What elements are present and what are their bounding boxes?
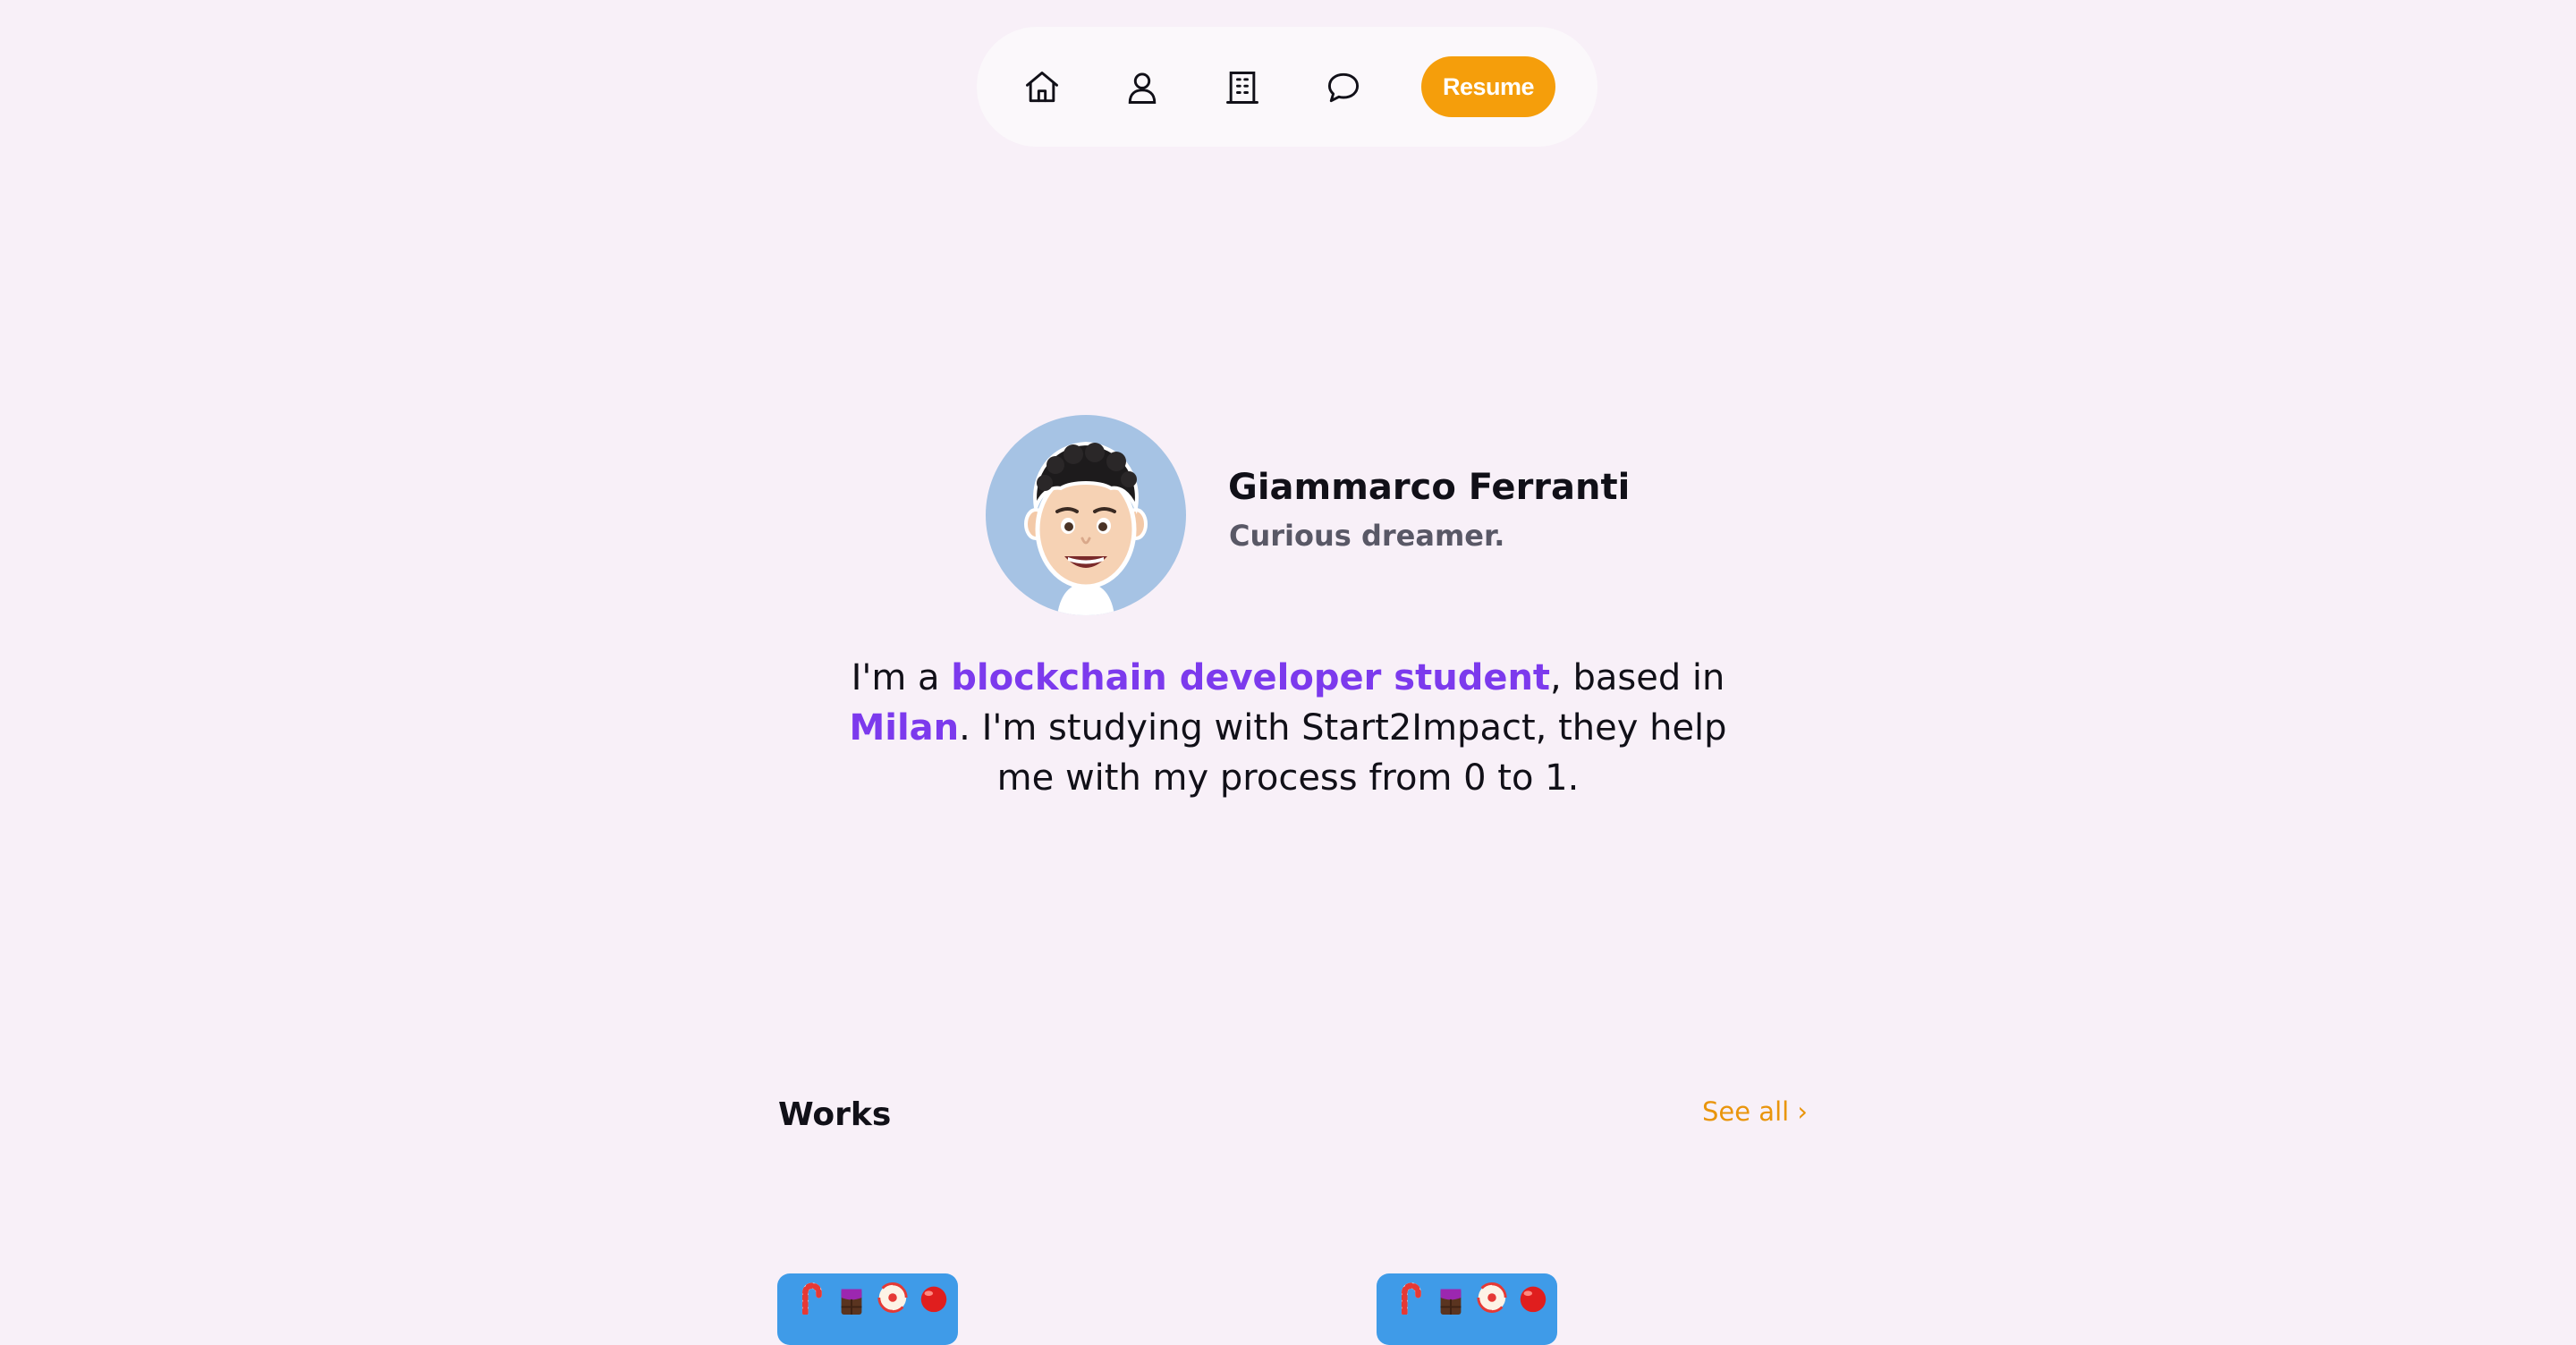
building-icon[interactable] — [1221, 66, 1264, 109]
bio-role-highlight: blockchain developer student — [951, 657, 1551, 698]
see-all-link[interactable]: See all › — [1702, 1096, 1808, 1127]
bio-suffix: . I'm studying with Start2Impact, they h… — [959, 707, 1727, 799]
profile-name: Giammarco Ferranti — [1228, 467, 1631, 508]
chocolate-bar-icon — [1440, 1289, 1462, 1315]
memoji-avatar — [1024, 441, 1148, 615]
bio-prefix: I'm a — [851, 657, 952, 698]
bio-mid: , based in — [1550, 657, 1725, 698]
user-icon[interactable] — [1121, 66, 1164, 109]
bio-text: I'm a blockchain developer student, base… — [841, 653, 1735, 803]
lollipop-icon — [877, 1282, 908, 1313]
lollipop-icon — [1477, 1282, 1507, 1313]
bio-city-highlight: Milan — [849, 707, 960, 749]
work-card-icons — [1393, 1281, 1550, 1315]
works-heading: Works — [778, 1096, 892, 1133]
candy-icon — [920, 1286, 947, 1313]
chat-icon[interactable] — [1322, 66, 1365, 109]
work-card[interactable] — [1377, 1273, 1557, 1345]
resume-button[interactable]: Resume — [1421, 56, 1555, 117]
avatar — [986, 415, 1186, 615]
work-card[interactable] — [777, 1273, 958, 1345]
top-nav: Resume — [977, 27, 1597, 147]
home-icon[interactable] — [1021, 66, 1063, 109]
profile-tagline: Curious dreamer. — [1229, 519, 1505, 553]
chocolate-bar-icon — [841, 1289, 862, 1315]
candy-cane-icon — [801, 1282, 822, 1315]
work-card-icons — [793, 1281, 951, 1315]
candy-cane-icon — [1401, 1282, 1421, 1315]
candy-icon — [1520, 1286, 1546, 1313]
